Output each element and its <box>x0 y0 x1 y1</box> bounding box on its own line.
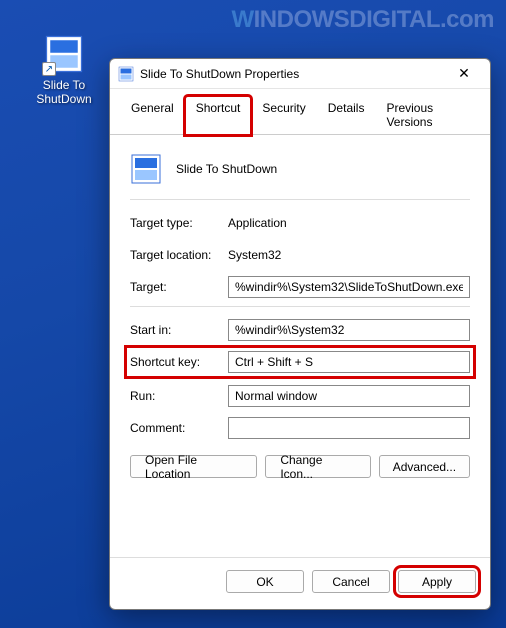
start-in-label: Start in: <box>130 323 228 337</box>
tab-shortcut[interactable]: Shortcut <box>185 96 252 135</box>
comment-input[interactable] <box>228 417 470 439</box>
open-file-location-button[interactable]: Open File Location <box>130 455 257 478</box>
change-icon-button[interactable]: Change Icon... <box>265 455 370 478</box>
target-type-label: Target type: <box>130 216 228 230</box>
dialog-footer: OK Cancel Apply <box>110 557 490 609</box>
tab-previous-versions[interactable]: Previous Versions <box>375 96 480 135</box>
shortcut-key-label: Shortcut key: <box>130 355 228 369</box>
desktop-shortcut-label: Slide To ShutDown <box>30 78 98 106</box>
run-label: Run: <box>130 389 228 403</box>
target-label: Target: <box>130 280 228 294</box>
shortcut-icon: ↗ <box>44 34 84 74</box>
comment-label: Comment: <box>130 421 228 435</box>
watermark: WINDOWSDIGITAL.com <box>231 6 494 34</box>
target-type-value: Application <box>228 216 470 230</box>
titlebar: Slide To ShutDown Properties ✕ <box>110 59 490 89</box>
separator <box>130 306 470 307</box>
app-icon <box>130 153 162 185</box>
shortcut-key-input[interactable] <box>228 351 470 373</box>
dialog-title: Slide To ShutDown Properties <box>140 67 442 81</box>
titlebar-icon <box>118 66 134 82</box>
run-select[interactable] <box>228 385 470 407</box>
target-location-value: System32 <box>228 248 470 262</box>
shortcut-arrow-icon: ↗ <box>42 62 56 76</box>
start-in-input[interactable] <box>228 319 470 341</box>
tab-body: Slide To ShutDown Target type: Applicati… <box>110 135 490 557</box>
tab-strip: General Shortcut Security Details Previo… <box>110 89 490 135</box>
target-location-label: Target location: <box>130 248 228 262</box>
properties-dialog: Slide To ShutDown Properties ✕ General S… <box>109 58 491 610</box>
ok-button[interactable]: OK <box>226 570 304 593</box>
advanced-button[interactable]: Advanced... <box>379 455 470 478</box>
app-name: Slide To ShutDown <box>176 162 277 176</box>
close-button[interactable]: ✕ <box>442 60 486 88</box>
cancel-button[interactable]: Cancel <box>312 570 390 593</box>
tab-details[interactable]: Details <box>317 96 376 135</box>
desktop-shortcut-slide-to-shutdown[interactable]: ↗ Slide To ShutDown <box>30 34 98 106</box>
tab-general[interactable]: General <box>120 96 185 135</box>
apply-button[interactable]: Apply <box>398 570 476 593</box>
tab-security[interactable]: Security <box>251 96 316 135</box>
target-input[interactable] <box>228 276 470 298</box>
close-icon: ✕ <box>458 65 470 82</box>
